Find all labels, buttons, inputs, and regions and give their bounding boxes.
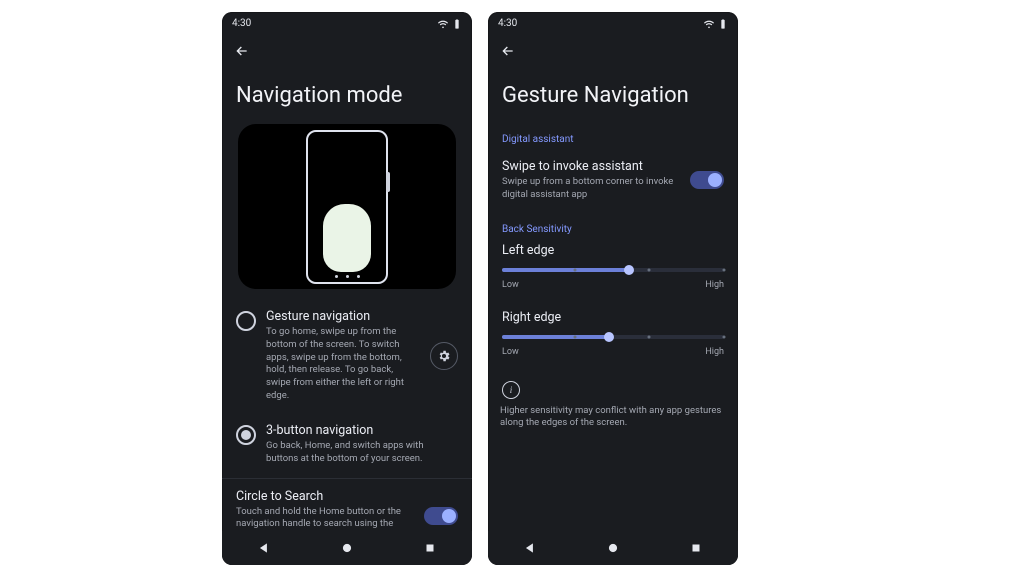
nav-recents-button[interactable] <box>416 534 444 562</box>
slider-high-label: High <box>705 347 724 357</box>
option-description: To go home, swipe up from the bottom of … <box>266 326 420 403</box>
radio-checked-icon <box>236 425 256 445</box>
slider-low-label: Low <box>502 280 519 290</box>
wifi-icon <box>704 19 714 29</box>
section-digital-assistant: Digital assistant <box>500 122 726 149</box>
slider-right-edge-label: Right edge <box>502 310 724 325</box>
gesture-settings-button[interactable] <box>430 342 458 370</box>
navigation-preview <box>238 124 456 289</box>
info-icon: i <box>502 381 520 399</box>
phone-gesture-navigation: 4:30 Gesture Navigation Digital assistan… <box>488 12 738 565</box>
option-description: Go back, Home, and switch apps with butt… <box>266 440 458 466</box>
system-navbar <box>222 531 472 565</box>
toggle-thumb-icon <box>442 509 456 523</box>
toggle-thumb-icon <box>708 173 722 187</box>
triangle-back-icon <box>523 541 537 555</box>
gear-icon <box>437 349 451 363</box>
status-bar: 4:30 <box>222 12 472 31</box>
option-gesture-navigation[interactable]: Gesture navigation To go home, swipe up … <box>234 299 460 413</box>
phone-navigation-mode: 4:30 Navigation mode <box>222 12 472 565</box>
wifi-icon <box>438 19 448 29</box>
page-title: Gesture Navigation <box>488 65 738 122</box>
slider-thumb-icon <box>604 332 614 342</box>
battery-icon <box>452 19 462 29</box>
slider-left-edge-label: Left edge <box>502 243 724 258</box>
toggle-title: Circle to Search <box>236 489 414 504</box>
circle-to-search-row[interactable]: Circle to Search Touch and hold the Home… <box>234 479 460 532</box>
phone-illustration <box>306 130 388 284</box>
nav-back-button[interactable] <box>516 534 544 562</box>
slider-low-label: Low <box>502 347 519 357</box>
option-title: 3-button navigation <box>266 423 458 438</box>
toggle-description: Swipe up from a bottom corner to invoke … <box>502 176 680 202</box>
circle-home-icon <box>340 541 354 555</box>
battery-icon <box>718 19 728 29</box>
status-time: 4:30 <box>232 18 251 29</box>
arrow-left-icon <box>500 43 516 59</box>
slider-left-edge[interactable] <box>502 268 724 272</box>
nav-recents-button[interactable] <box>682 534 710 562</box>
swipe-assistant-toggle[interactable] <box>690 171 724 189</box>
section-back-sensitivity: Back Sensitivity <box>500 212 726 239</box>
option-three-button-navigation[interactable]: 3-button navigation Go back, Home, and s… <box>234 413 460 476</box>
system-navbar <box>488 531 738 565</box>
sensitivity-info-text: Higher sensitivity may conflict with any… <box>500 405 726 431</box>
back-button[interactable] <box>494 37 522 65</box>
circle-home-icon <box>606 541 620 555</box>
swipe-assistant-row[interactable]: Swipe to invoke assistant Swipe up from … <box>500 149 726 212</box>
back-button[interactable] <box>228 37 256 65</box>
circle-to-search-toggle[interactable] <box>424 507 458 525</box>
arrow-left-icon <box>234 43 250 59</box>
radio-unchecked-icon <box>236 311 256 331</box>
nav-back-button[interactable] <box>250 534 278 562</box>
toggle-description: Touch and hold the Home button or the na… <box>236 506 414 532</box>
slider-right-edge[interactable] <box>502 335 724 339</box>
page-title: Navigation mode <box>222 65 472 122</box>
toggle-title: Swipe to invoke assistant <box>502 159 680 174</box>
square-recents-icon <box>690 542 702 554</box>
slider-high-label: High <box>705 280 724 290</box>
slider-thumb-icon <box>624 265 634 275</box>
triangle-back-icon <box>257 541 271 555</box>
status-bar: 4:30 <box>488 12 738 31</box>
option-title: Gesture navigation <box>266 309 420 324</box>
nav-home-button[interactable] <box>333 534 361 562</box>
status-time: 4:30 <box>498 18 517 29</box>
square-recents-icon <box>424 542 436 554</box>
nav-home-button[interactable] <box>599 534 627 562</box>
